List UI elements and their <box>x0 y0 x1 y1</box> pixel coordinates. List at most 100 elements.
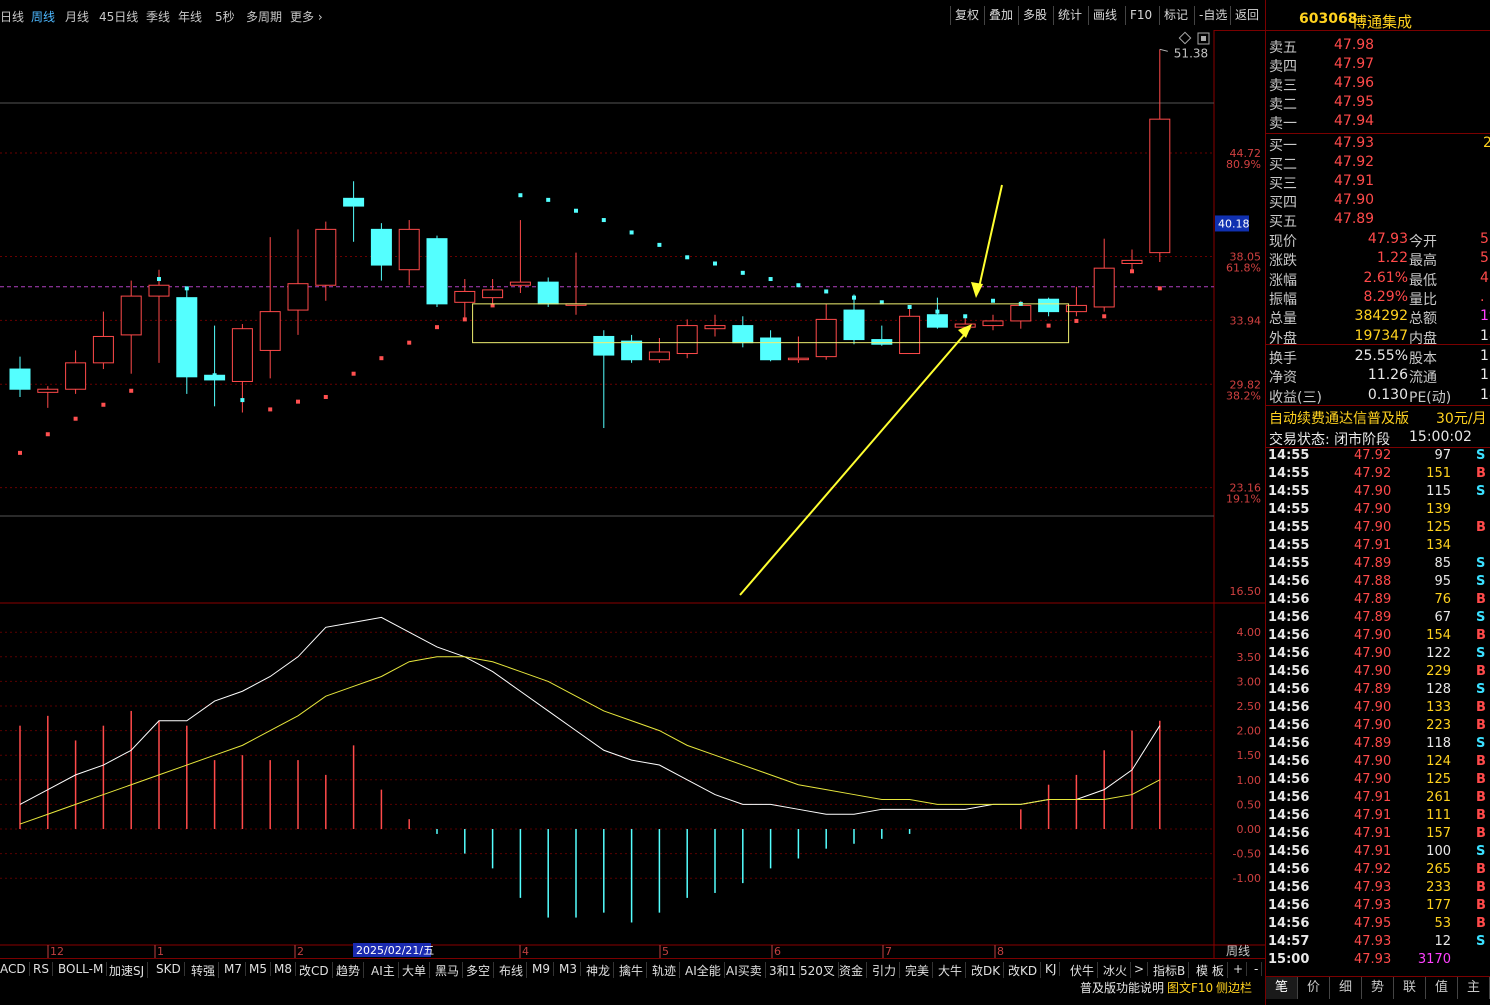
tick-volume: 12 <box>1434 934 1451 949</box>
help-link[interactable]: 普及版功能说明 <box>1080 979 1164 996</box>
panel-tab-5[interactable]: 值 <box>1426 977 1458 999</box>
indicator-tab-23[interactable]: 3和1 <box>769 962 801 979</box>
promo-bar[interactable]: 自动续费通达信普及版 30元/月 <box>1266 405 1490 428</box>
tick-price: 47.93 <box>1354 880 1392 895</box>
period-tab-2[interactable]: 月线 <box>65 8 89 25</box>
chevron-right-icon: › <box>314 10 323 24</box>
bid-row[interactable]: 买二 47.92 <box>1266 153 1490 173</box>
bid-volume: 2 <box>1483 135 1490 151</box>
toolbar-button-5[interactable]: F10 <box>1125 6 1156 25</box>
ask-row[interactable]: 卖二 47.95 <box>1266 93 1490 113</box>
indicator-tab-9[interactable]: 改CD <box>299 962 333 979</box>
indicator-tab-14[interactable]: 多空 <box>466 962 495 979</box>
indicator-tab-1[interactable]: RS <box>33 962 53 976</box>
indicator-tab-5[interactable]: 转强 <box>191 962 220 979</box>
indicator-tab-25[interactable]: 资金 <box>839 962 868 979</box>
indicator-tab-19[interactable]: 擒牛 <box>619 962 648 979</box>
period-tab-5[interactable]: 年线 <box>178 8 202 25</box>
sar-dot <box>462 317 467 322</box>
toolbar-button-2[interactable]: 多股 <box>1018 6 1051 25</box>
indicator-tab-2[interactable]: BOLL-M <box>58 962 108 976</box>
toolbar-button-6[interactable]: 标记 <box>1159 6 1192 25</box>
period-tab-0[interactable]: 日线 <box>0 8 24 25</box>
indicator-tab-26[interactable]: 引力 <box>872 962 901 979</box>
indicator-tab-20[interactable]: 轨迹 <box>652 962 681 979</box>
bid-row[interactable]: 买一 47.93 2 <box>1266 134 1490 154</box>
quote-row: 总量 384292总额 19 <box>1266 307 1490 327</box>
kline-chart[interactable]: 44.7238.0533.9429.8223.1616.5080.9%61.8%… <box>0 30 1265 958</box>
candle-body <box>1149 118 1171 254</box>
bid-row[interactable]: 买五 47.89 <box>1266 210 1490 230</box>
tick-row: 14:56 47.89 76 B <box>1266 591 1490 609</box>
indicator-tab-8[interactable]: M8 <box>274 962 296 976</box>
toolbar-button-4[interactable]: 画线 <box>1088 6 1121 25</box>
toolbar-button-0[interactable]: 复权 <box>950 6 983 25</box>
indicator-tab-36[interactable]: 模 板 <box>1196 962 1228 979</box>
tick-price: 47.91 <box>1354 844 1392 859</box>
indicator-tab-10[interactable]: 趋势 <box>336 962 365 979</box>
indicator-tab-3[interactable]: 加速SJ <box>109 962 149 979</box>
bid-row[interactable]: 买四 47.90 <box>1266 191 1490 211</box>
ask-row[interactable]: 卖五 47.98 <box>1266 36 1490 56</box>
candle-body <box>509 281 531 286</box>
f10-link[interactable]: 图文F10 <box>1167 979 1213 996</box>
indicator-tab-37[interactable]: + <box>1233 962 1248 976</box>
indicator-tab-35[interactable]: 指标B <box>1153 962 1190 979</box>
period-tab-4[interactable]: 季线 <box>146 8 170 25</box>
tick-list[interactable]: 14:55 47.92 97 S 14:55 47.92 151 B 14:55 47.90 115… <box>1266 447 1490 974</box>
panel-tab-1[interactable]: 价 <box>1298 977 1330 999</box>
period-tab-8[interactable]: 更多 › <box>290 8 323 25</box>
indicator-tab-13[interactable]: 黑马 <box>435 962 464 979</box>
panel-tab-4[interactable]: 联 <box>1394 977 1426 999</box>
indicator-tab-22[interactable]: AI买卖 <box>726 962 766 979</box>
period-tab-1[interactable]: 周线 <box>31 8 55 25</box>
toolbar-button-1[interactable]: 叠加 <box>984 6 1017 25</box>
indicator-tab-30[interactable]: 改KD <box>1008 962 1042 979</box>
indicator-tab-0[interactable]: ACD <box>0 962 30 976</box>
toolbar-button-8[interactable]: 返回 <box>1230 6 1263 25</box>
indicator-tab-27[interactable]: 完美 <box>905 962 934 979</box>
sar-dot <box>601 218 606 223</box>
period-tab-7[interactable]: 多周期 <box>246 8 282 25</box>
indicator-tab-34[interactable]: > <box>1134 962 1149 976</box>
candle-body <box>843 309 865 341</box>
indicator-tab-24[interactable]: 520叉 <box>800 962 839 979</box>
quote-stats: 现价 47.93 今开 5 涨跌 1.22 最高 5 涨幅 2.61% 最低 4 振幅 8.29% 量比. 总… <box>1266 230 1490 406</box>
fib-pct-label: 38.2% <box>1226 389 1261 402</box>
ask-row[interactable]: 卖一 47.94 <box>1266 112 1490 132</box>
tick-volume: 97 <box>1434 448 1451 463</box>
toolbar-button-7[interactable]: -自选 <box>1194 6 1231 25</box>
toolbar-button-3[interactable]: 统计 <box>1053 6 1086 25</box>
indicator-tab-21[interactable]: AI全能 <box>685 962 725 979</box>
period-tab-6[interactable]: 5秒 <box>215 8 235 25</box>
bid-row[interactable]: 买三 47.91 <box>1266 172 1490 192</box>
indicator-tab-4[interactable]: SKD <box>156 962 185 976</box>
panel-tab-0[interactable]: 笔 <box>1266 977 1298 999</box>
ask-row[interactable]: 卖三 47.96 <box>1266 74 1490 94</box>
panel-tab-3[interactable]: 势 <box>1362 977 1394 999</box>
indicator-tab-38[interactable]: - <box>1254 962 1263 976</box>
indicator-tab-12[interactable]: 大单 <box>402 962 431 979</box>
indicator-tab-17[interactable]: M3 <box>559 962 581 976</box>
panel-tab-2[interactable]: 细 <box>1330 977 1362 999</box>
indicator-tab-29[interactable]: 改DK <box>971 962 1005 979</box>
indicator-tab-28[interactable]: 大牛 <box>938 962 967 979</box>
sidebar-toggle[interactable]: 侧边栏 <box>1216 979 1252 996</box>
tick-volume: 125 <box>1426 520 1451 535</box>
indicator-tab-15[interactable]: 布线 <box>499 962 528 979</box>
ask-row[interactable]: 卖四 47.97 <box>1266 55 1490 75</box>
indicator-tab-33[interactable]: 冰火 <box>1103 962 1132 979</box>
quote-row: 涨幅 2.61% 最低 4 <box>1266 269 1490 289</box>
tick-price: 47.90 <box>1354 718 1392 733</box>
indicator-tab-31[interactable]: KJ <box>1045 962 1061 976</box>
quote-row: 外盘197347内盘186 <box>1266 327 1490 347</box>
indicator-tab-18[interactable]: 神龙 <box>586 962 615 979</box>
panel-tab-6[interactable]: 主 <box>1458 977 1490 999</box>
indicator-tab-11[interactable]: AI主 <box>371 962 399 979</box>
indicator-tab-16[interactable]: M9 <box>532 962 554 976</box>
period-tab-3[interactable]: 45日线 <box>99 8 138 25</box>
indicator-tab-6[interactable]: M7 <box>224 962 246 976</box>
sar-dot <box>45 432 50 437</box>
indicator-tab-32[interactable]: 伏牛 <box>1070 962 1099 979</box>
indicator-tab-7[interactable]: M5 <box>249 962 271 976</box>
